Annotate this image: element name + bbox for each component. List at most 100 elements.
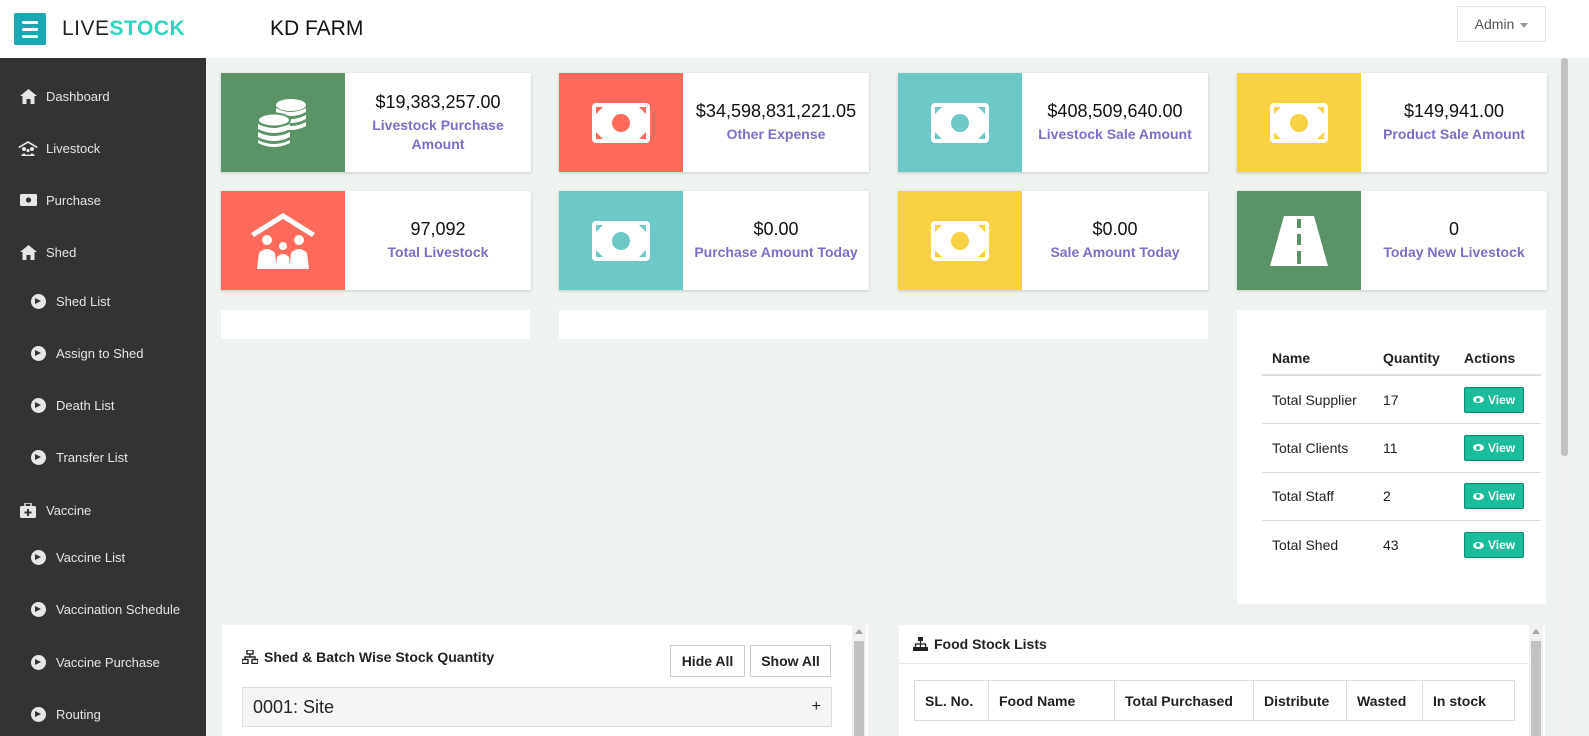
stat-card-body: $0.00 Sale Amount Today xyxy=(1022,191,1208,290)
table-row: Total Shed 43 View xyxy=(1262,520,1541,569)
column-header: Wasted xyxy=(1346,680,1423,721)
row-quantity: 11 xyxy=(1373,423,1454,472)
page-scrollbar[interactable] xyxy=(1560,58,1569,736)
panel-title-text: Food Stock Lists xyxy=(934,636,1047,652)
sidebar-item-transfer-list[interactable]: Transfer List xyxy=(0,437,206,477)
sidebar-item-vaccine-list[interactable]: Vaccine List xyxy=(0,537,206,577)
medkit-icon xyxy=(18,500,38,520)
sidebar-item-label: Vaccine Purchase xyxy=(56,654,160,670)
sidebar-item-label: Livestock xyxy=(46,140,101,156)
column-header: In stock xyxy=(1422,680,1515,721)
sidebar-item-shed-list[interactable]: Shed List xyxy=(0,281,206,321)
sidebar-item-label: Shed xyxy=(46,244,77,260)
sidebar-item-vaccine-purchase[interactable]: Vaccine Purchase xyxy=(0,642,206,682)
stat-card-other-expense: $34,598,831,221.05 Other Expense xyxy=(559,73,869,172)
view-button[interactable]: View xyxy=(1464,532,1525,558)
scrollbar-thumb[interactable] xyxy=(1531,641,1541,736)
money-icon xyxy=(931,102,989,143)
brand-text-stock: STOCK xyxy=(109,17,186,40)
circle-arrow-icon xyxy=(28,652,48,672)
sidebar-item-livestock[interactable]: Livestock xyxy=(0,128,206,168)
stat-label: Livestock Sale Amount xyxy=(1038,126,1192,142)
stat-card-body: $0.00 Purchase Amount Today xyxy=(683,191,869,290)
sidebar-item-vaccination-schedule[interactable]: Vaccination Schedule xyxy=(0,589,206,629)
brand-text-live: LIVE xyxy=(62,17,110,40)
view-button[interactable]: View xyxy=(1464,434,1525,461)
sidebar-item-label: Purchase xyxy=(46,192,101,208)
stat-value: $149,941.00 xyxy=(1403,101,1505,121)
circle-arrow-icon xyxy=(28,343,48,363)
shed-batch-panel: Shed & Batch Wise Stock Quantity Hide Al… xyxy=(222,625,868,736)
stat-label: Purchase Amount Today xyxy=(694,244,858,260)
circle-arrow-icon xyxy=(28,599,48,619)
show-all-button[interactable]: Show All xyxy=(750,645,831,677)
hide-all-button[interactable]: Hide All xyxy=(670,645,745,677)
eye-icon xyxy=(1473,541,1484,549)
sidebar-item-vaccine[interactable]: Vaccine xyxy=(0,490,206,530)
empty-panel xyxy=(221,310,530,339)
money-icon xyxy=(18,190,38,210)
scrollbar-thumb[interactable] xyxy=(854,641,864,736)
sidebar-item-routing[interactable]: Routing xyxy=(0,694,206,734)
sidebar-item-shed[interactable]: Shed xyxy=(0,232,206,272)
caret-down-icon xyxy=(1520,22,1529,28)
view-button-label: View xyxy=(1488,489,1516,504)
empty-panel xyxy=(559,310,1208,339)
stat-value: $0.00 xyxy=(1092,219,1138,239)
table-header-row: SL. No. Food Name Total Purchased Distri… xyxy=(914,680,1515,721)
road-icon xyxy=(1270,215,1328,266)
scrollbar[interactable] xyxy=(852,625,866,736)
panel-divider xyxy=(899,663,1529,664)
stat-label: Total Livestock xyxy=(387,244,489,260)
view-button-label: View xyxy=(1488,538,1516,552)
stat-card-icon-tile xyxy=(559,73,683,172)
sidebar-item-label: Vaccine List xyxy=(56,549,126,565)
sidebar-item-assign-to-shed[interactable]: Assign to Shed xyxy=(0,333,206,373)
stat-card-body: $149,941.00 Product Sale Amount xyxy=(1361,73,1547,172)
eye-icon xyxy=(1473,396,1484,403)
row-quantity: 2 xyxy=(1373,471,1454,521)
row-name: Total Staff xyxy=(1262,471,1373,521)
circle-arrow-icon xyxy=(28,447,48,467)
sidebar: Dashboard Livestock Purchase Shed Shed L… xyxy=(0,58,206,736)
stat-value: $19,383,257.00 xyxy=(375,91,501,112)
stat-card-today-new-livestock: 0 Today New Livestock xyxy=(1237,191,1547,290)
row-name: Total Clients xyxy=(1262,423,1373,472)
stat-card-livestock-sale: $408,509,640.00 Livestock Sale Amount xyxy=(898,73,1208,172)
view-button-label: View xyxy=(1488,440,1516,455)
sidebar-item-purchase[interactable]: Purchase xyxy=(0,180,206,220)
scrollbar[interactable] xyxy=(1529,625,1543,736)
user-menu-dropdown[interactable]: Admin xyxy=(1457,6,1546,42)
farm-name: KD FARM xyxy=(270,17,364,40)
accordion-item[interactable]: 0001: Site + xyxy=(242,687,832,727)
stat-value: $408,509,640.00 xyxy=(1047,101,1183,121)
eye-icon xyxy=(1473,492,1484,500)
user-menu-label: Admin xyxy=(1474,16,1515,32)
sidebar-item-label: Transfer List xyxy=(56,449,128,465)
stat-card-icon-tile xyxy=(559,191,683,290)
stat-card-icon-tile xyxy=(898,73,1022,172)
table-row: Total Clients 11 View xyxy=(1262,423,1541,472)
sidebar-item-label: Dashboard xyxy=(46,88,110,104)
view-button[interactable]: View xyxy=(1464,483,1525,510)
stat-value: $0.00 xyxy=(753,219,799,239)
table-row: Total Supplier 17 View xyxy=(1262,374,1541,424)
row-quantity: 43 xyxy=(1373,520,1454,569)
sidebar-item-death-list[interactable]: Death List xyxy=(0,385,206,425)
top-bar: LIVESTOCK KD FARM Admin xyxy=(0,0,1589,58)
summary-panel: Name Quantity Actions Total Supplier 17 … xyxy=(1237,310,1546,604)
sidebar-item-dashboard[interactable]: Dashboard xyxy=(0,76,206,116)
stat-value: 0 xyxy=(1448,219,1459,239)
page-scrollbar-thumb[interactable] xyxy=(1561,58,1568,456)
stat-card-total-livestock: 97,092 Total Livestock xyxy=(221,191,531,290)
brand-logo[interactable]: LIVESTOCK xyxy=(62,17,185,41)
stat-card-body: 97,092 Total Livestock xyxy=(345,191,531,290)
view-button[interactable]: View xyxy=(1464,386,1525,413)
menu-toggle-button[interactable] xyxy=(14,13,46,45)
sidebar-item-label: Vaccination Schedule xyxy=(56,601,181,617)
stat-card-icon-tile xyxy=(1237,191,1361,290)
sidebar-item-label: Death List xyxy=(56,397,115,413)
stat-card-icon-tile xyxy=(898,191,1022,290)
sidebar-item-label: Vaccine xyxy=(46,502,92,518)
hamburger-line xyxy=(22,27,38,31)
